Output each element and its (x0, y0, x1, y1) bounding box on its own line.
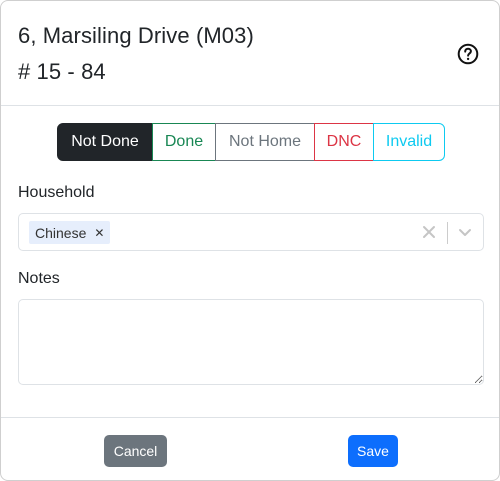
notes-textarea[interactable] (18, 299, 484, 385)
household-tag: Chinese ✕ (29, 221, 111, 244)
tag-label: Chinese (35, 224, 87, 241)
status-not-home-button[interactable]: Not Home (215, 123, 315, 161)
address-modal: 6, Marsiling Drive (M03) # 15 - 84 Not D… (0, 0, 500, 481)
question-circle-icon (457, 43, 479, 65)
modal-footer: Cancel Save (1, 417, 499, 480)
modal-header: 6, Marsiling Drive (M03) # 15 - 84 (1, 1, 499, 106)
cancel-button[interactable]: Cancel (104, 435, 167, 467)
unit-number: # 15 - 84 (18, 59, 106, 84)
status-not-done-button[interactable]: Not Done (57, 123, 153, 161)
address-title: 6, Marsiling Drive (M03) (18, 23, 254, 48)
status-dnc-button[interactable]: DNC (314, 123, 374, 161)
save-button[interactable]: Save (348, 435, 398, 467)
indicator-separator (447, 222, 448, 244)
chevron-down-icon[interactable] (455, 222, 475, 242)
notes-label: Notes (18, 270, 60, 287)
household-select[interactable]: Chinese ✕ (18, 213, 484, 251)
clear-icon[interactable] (419, 222, 439, 242)
close-icon[interactable]: ✕ (94, 226, 104, 240)
household-label: Household (18, 184, 95, 201)
status-invalid-button[interactable]: Invalid (373, 123, 445, 161)
status-done-button[interactable]: Done (152, 123, 216, 161)
help-button[interactable] (456, 42, 480, 66)
status-button-group: Not Done Done Not Home DNC Invalid (57, 123, 445, 161)
